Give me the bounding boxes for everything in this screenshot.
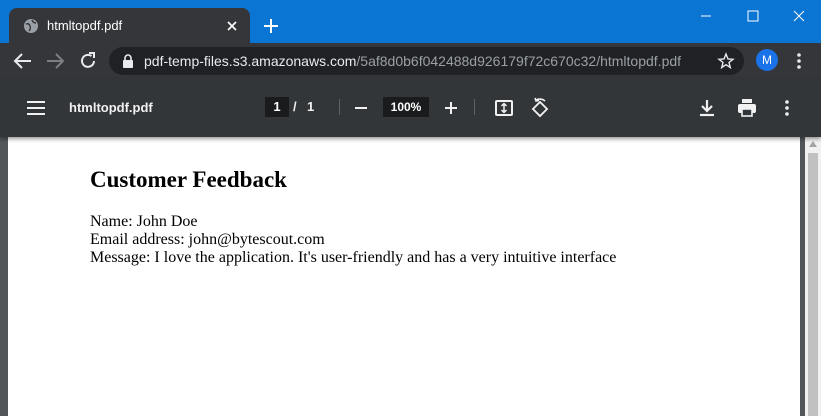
scrollbar-thumb[interactable] <box>808 153 818 416</box>
pdf-toolbar: htmltopdf.pdf 1 / 1 100% <box>0 79 821 137</box>
minimize-window-icon[interactable] <box>686 4 726 28</box>
pdf-file-name: htmltopdf.pdf <box>69 100 153 115</box>
pdf-viewer-area: Customer Feedback Name: John Doe Email a… <box>0 137 821 416</box>
rotate-icon[interactable] <box>528 96 552 120</box>
page-number-input[interactable]: 1 <box>265 97 289 117</box>
new-tab-plus-icon[interactable] <box>260 15 282 37</box>
scroll-up-arrow-icon[interactable] <box>809 141 817 147</box>
document-line-message: Message: I love the application. It's us… <box>90 249 617 266</box>
document-line-name: Name: John Doe <box>90 213 198 230</box>
zoom-in-icon[interactable] <box>439 96 463 120</box>
back-arrow-icon[interactable] <box>11 49 35 73</box>
url-path: /5af8d0b6f042488d926179f72c670c32/htmlto… <box>356 53 682 69</box>
toolbar-divider <box>339 99 340 115</box>
page-separator: / <box>293 99 297 114</box>
lock-icon[interactable] <box>121 54 135 68</box>
toolbar-divider <box>474 99 475 115</box>
zoom-out-icon[interactable] <box>349 96 373 120</box>
browser-menu-icon[interactable] <box>789 51 809 71</box>
browser-toolbar: pdf-temp-files.s3.amazonaws.com/5af8d0b6… <box>0 43 821 79</box>
download-icon[interactable] <box>695 96 719 120</box>
window-titlebar: htmltopdf.pdf <box>0 0 821 43</box>
maximize-window-icon[interactable] <box>733 4 773 28</box>
fit-to-page-icon[interactable] <box>492 96 516 120</box>
url-host: pdf-temp-files.s3.amazonaws.com <box>144 53 357 69</box>
globe-icon <box>24 19 38 33</box>
document-line-email: Email address: john@bytescout.com <box>90 231 325 248</box>
zoom-level-input[interactable]: 100% <box>383 97 429 117</box>
hamburger-menu-icon[interactable] <box>24 96 48 120</box>
profile-avatar[interactable]: M <box>756 49 778 71</box>
browser-tab[interactable]: htmltopdf.pdf <box>9 8 250 43</box>
url-text[interactable]: pdf-temp-files.s3.amazonaws.com/5af8d0b6… <box>144 53 681 69</box>
tab-title: htmltopdf.pdf <box>47 18 123 33</box>
close-window-icon[interactable] <box>779 4 819 28</box>
reload-icon[interactable] <box>76 49 100 73</box>
forward-arrow-icon[interactable] <box>43 49 67 73</box>
document-heading: Customer Feedback <box>90 167 287 192</box>
address-bar[interactable]: pdf-temp-files.s3.amazonaws.com/5af8d0b6… <box>109 47 744 75</box>
vertical-scrollbar[interactable] <box>805 137 821 416</box>
pdf-page: Customer Feedback Name: John Doe Email a… <box>8 137 800 416</box>
pdf-more-options-icon[interactable] <box>775 96 799 120</box>
tab-close-icon[interactable] <box>223 17 241 35</box>
page-total: 1 <box>307 99 315 114</box>
print-icon[interactable] <box>735 96 759 120</box>
bookmark-star-icon[interactable] <box>717 52 735 70</box>
